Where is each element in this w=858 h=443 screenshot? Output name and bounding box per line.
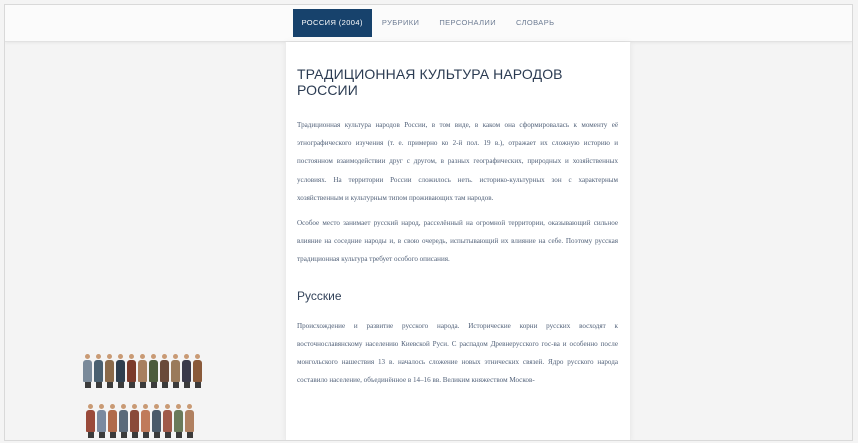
figures-row-2 [86,404,194,438]
costume-row2-figure [97,404,106,438]
nav-item-rubrics[interactable]: РУБРИКИ [372,9,429,37]
costume-row1-figure [149,354,158,388]
costume-row1-figure [83,354,92,388]
costume-row2-figure [152,404,161,438]
costume-row1-figure [171,354,180,388]
costume-row2-figure [108,404,117,438]
costume-row2-figure [130,404,139,438]
nav-item-persons[interactable]: ПЕРСОНАЛИИ [429,9,506,37]
page-frame: РОССИЯ (2004) РУБРИКИ ПЕРСОНАЛИИ СЛОВАРЬ… [4,4,853,441]
costume-row1-figure [160,354,169,388]
page-title: ТРАДИЦИОННАЯ КУЛЬТУРА НАРОДОВ РОССИИ [297,66,563,98]
costume-row1-figure [127,354,136,388]
costume-row1-figure [116,354,125,388]
costume-row2-figure [185,404,194,438]
folk-costumes-illustration [83,354,245,440]
top-navigation: РОССИЯ (2004) РУБРИКИ ПЕРСОНАЛИИ СЛОВАРЬ [5,5,852,42]
costume-row1-figure [105,354,114,388]
nav-item-russia-2004[interactable]: РОССИЯ (2004) [292,9,372,37]
costume-row2-figure [141,404,150,438]
article-column: ТРАДИЦИОННАЯ КУЛЬТУРА НАРОДОВ РОССИИ Тра… [285,42,631,440]
costume-row2-figure [174,404,183,438]
costume-row1-figure [94,354,103,388]
costume-row1-figure [182,354,191,388]
figures-row-1 [83,354,202,388]
costume-row2-figure [163,404,172,438]
nav-item-dictionary[interactable]: СЛОВАРЬ [506,9,564,37]
costume-row2-figure [119,404,128,438]
costume-row2-figure [86,404,95,438]
costume-row1-figure [193,354,202,388]
article-paragraph-1: Традиционная культура народов России, в … [297,121,618,202]
costume-row1-figure [138,354,147,388]
section-title-russians: Русские [297,288,342,303]
section-paragraph: Происхождение и развитие русского народа… [297,321,618,385]
article-paragraph-2: Особое место занимает русский народ, рас… [297,219,618,264]
